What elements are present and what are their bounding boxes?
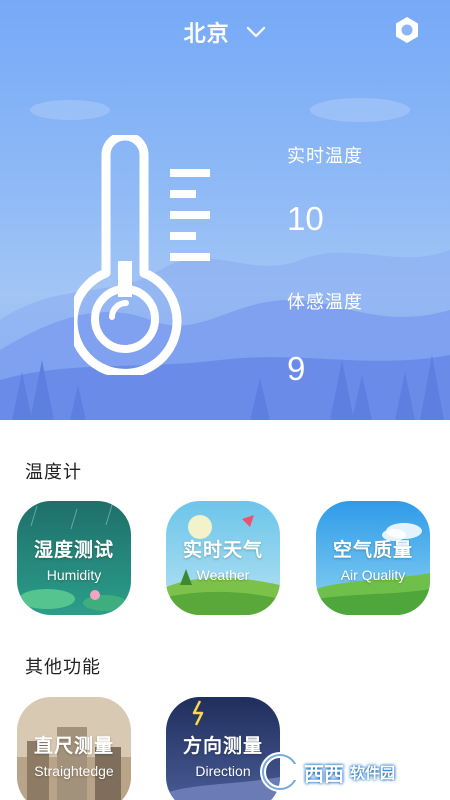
tile-title: 湿度测试	[33, 539, 114, 561]
tile-title: 空气质量	[332, 539, 413, 561]
watermark-logo-text: 西西	[304, 762, 344, 786]
realtime-temp-label: 实时温度	[287, 146, 363, 167]
city-name: 北京	[183, 22, 230, 47]
section-title-thermometer: 温度计	[25, 462, 82, 483]
tile-title: 直尺测量	[33, 735, 114, 757]
tile-title: 实时天气	[182, 539, 263, 561]
realtime-temp-value: 10	[287, 200, 324, 237]
chevron-down-icon	[247, 26, 266, 38]
mountain-scenery	[0, 98, 450, 420]
weather-header: 北京 实时温度 10 体感温度 9	[0, 0, 450, 420]
tile-subtitle: Humidity	[46, 567, 102, 583]
air-quality-tile[interactable]: 空气质量 Air Quality	[316, 501, 430, 615]
feels-like-temp-label: 体感温度	[287, 292, 363, 313]
tile-subtitle: Straightedge	[34, 763, 114, 779]
watermark-url: CR173.COM	[358, 780, 404, 789]
city-selector[interactable]: 北京	[0, 16, 450, 48]
watermark-logo-icon	[260, 752, 300, 792]
tile-subtitle: Air Quality	[340, 567, 406, 583]
ruler-measure-tile[interactable]: 直尺测量 Straightedge	[17, 697, 131, 800]
settings-icon[interactable]	[392, 15, 422, 45]
realtime-weather-tile[interactable]: 实时天气 Weather	[166, 501, 280, 615]
feels-like-temp-value: 9	[287, 350, 306, 387]
section-title-other-features: 其他功能	[25, 657, 101, 678]
tile-subtitle: Weather	[196, 567, 250, 583]
humidity-test-tile[interactable]: 湿度测试 Humidity	[17, 501, 131, 615]
site-watermark: 西西 软件园 CR173.COM	[258, 750, 438, 796]
thermometer-icon	[74, 135, 210, 375]
